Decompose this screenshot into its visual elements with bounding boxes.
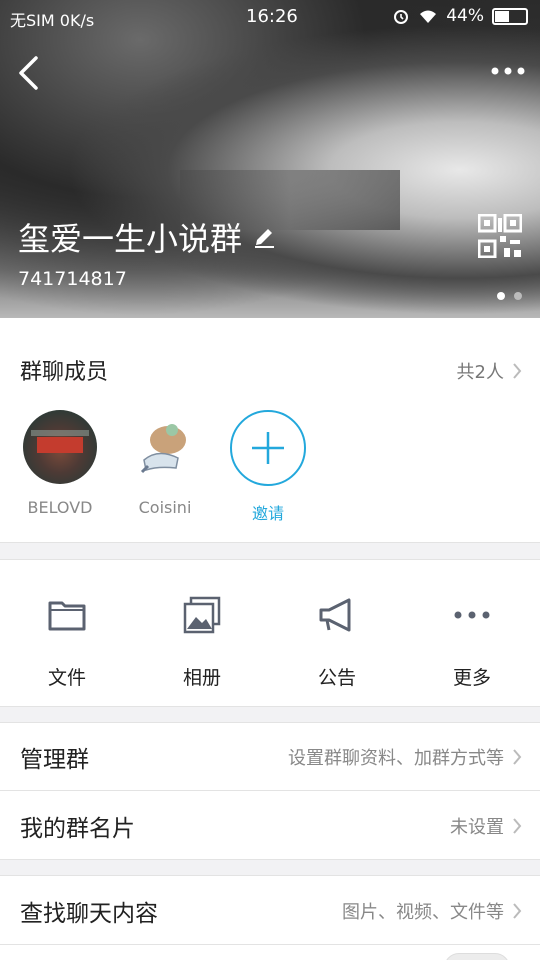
status-bar: 无SIM 0K/s 16:26 44% [0, 0, 540, 34]
group-name-row[interactable]: 玺爱一生小说群 [18, 214, 276, 260]
group-name: 玺爱一生小说群 [18, 220, 243, 258]
members-title: 群聊成员 [20, 360, 109, 385]
invite-label: 邀请 [251, 504, 284, 523]
carousel-indicator [497, 292, 522, 300]
avatar[interactable] [23, 410, 97, 484]
row-divider [0, 859, 540, 860]
row-value: 设置群聊资料、加群方式等 [288, 744, 522, 770]
member-item[interactable]: BELOVD [22, 410, 98, 517]
member-name: BELOVD [27, 498, 93, 517]
chevron-right-icon [513, 749, 522, 765]
manage-group-hint: 设置群聊资料、加群方式等 [288, 748, 504, 769]
row-divider [0, 722, 540, 723]
quick-actions: 文件 相册 公告 更多 [0, 559, 540, 706]
action-files[interactable]: 文件 [17, 595, 117, 690]
invite-button[interactable] [230, 410, 306, 486]
members-section: 群聊成员 共2人 BELOVD Coisini 邀请 [0, 318, 540, 542]
carousel-dot-active [497, 292, 505, 300]
action-label: 文件 [47, 667, 86, 689]
members-count-link[interactable]: 共2人 [457, 358, 522, 384]
more-icon [454, 611, 490, 619]
chevron-right-icon [513, 818, 522, 834]
folder-icon [48, 601, 86, 631]
status-icons: 44% [392, 6, 528, 26]
invite-member[interactable]: 邀请 [230, 410, 306, 524]
qr-code-icon[interactable] [478, 214, 522, 258]
wifi-icon [420, 10, 437, 23]
members-count: 共2人 [456, 362, 504, 383]
toggle-switch[interactable] [444, 953, 510, 960]
row-label: 我的群名片 [20, 816, 135, 842]
action-announcement[interactable]: 公告 [287, 595, 387, 690]
plus-icon [252, 432, 284, 464]
section-divider [0, 706, 540, 707]
member-name: Coisini [138, 498, 192, 517]
battery-icon [492, 7, 528, 25]
group-card-status: 未设置 [450, 817, 504, 838]
search-chat-hint: 图片、视频、文件等 [342, 902, 504, 923]
section-divider [0, 542, 540, 543]
chevron-right-icon [513, 363, 522, 379]
row-value: 图片、视频、文件等 [342, 898, 522, 924]
action-album[interactable]: 相册 [152, 595, 252, 690]
my-group-card-row[interactable]: 我的群名片 未设置 [0, 791, 540, 859]
row-label: 查找聊天内容 [20, 901, 158, 927]
row-value: 未设置 [450, 813, 522, 839]
clock: 16:26 [246, 6, 298, 27]
action-label: 相册 [182, 667, 221, 689]
search-chat-row[interactable]: 查找聊天内容 图片、视频、文件等 [0, 876, 540, 944]
action-label: 公告 [317, 667, 356, 689]
carrier-text: 无SIM 0K/s [10, 11, 95, 30]
section-divider [0, 559, 540, 560]
megaphone-icon [319, 598, 351, 632]
row-label: 管理群 [20, 747, 89, 773]
settings-row-partial[interactable] [0, 945, 540, 960]
action-more[interactable]: 更多 [422, 595, 522, 690]
album-icon [183, 596, 221, 634]
battery-percent: 44% [446, 6, 484, 26]
group-id: 741714817 [18, 268, 127, 290]
manage-group-row[interactable]: 管理群 设置群聊资料、加群方式等 [0, 722, 540, 790]
edit-pencil-icon[interactable] [252, 225, 276, 249]
carousel-dot [514, 292, 522, 300]
chevron-right-icon [513, 903, 522, 919]
avatar[interactable] [128, 410, 202, 484]
group-header: 无SIM 0K/s 16:26 44% 玺爱一生小说群 741714817 [0, 0, 540, 318]
action-label: 更多 [452, 667, 491, 689]
more-options-icon[interactable] [490, 62, 526, 80]
back-arrow-icon[interactable] [14, 55, 44, 91]
member-item[interactable]: Coisini [127, 410, 203, 517]
alarm-icon [394, 10, 409, 24]
